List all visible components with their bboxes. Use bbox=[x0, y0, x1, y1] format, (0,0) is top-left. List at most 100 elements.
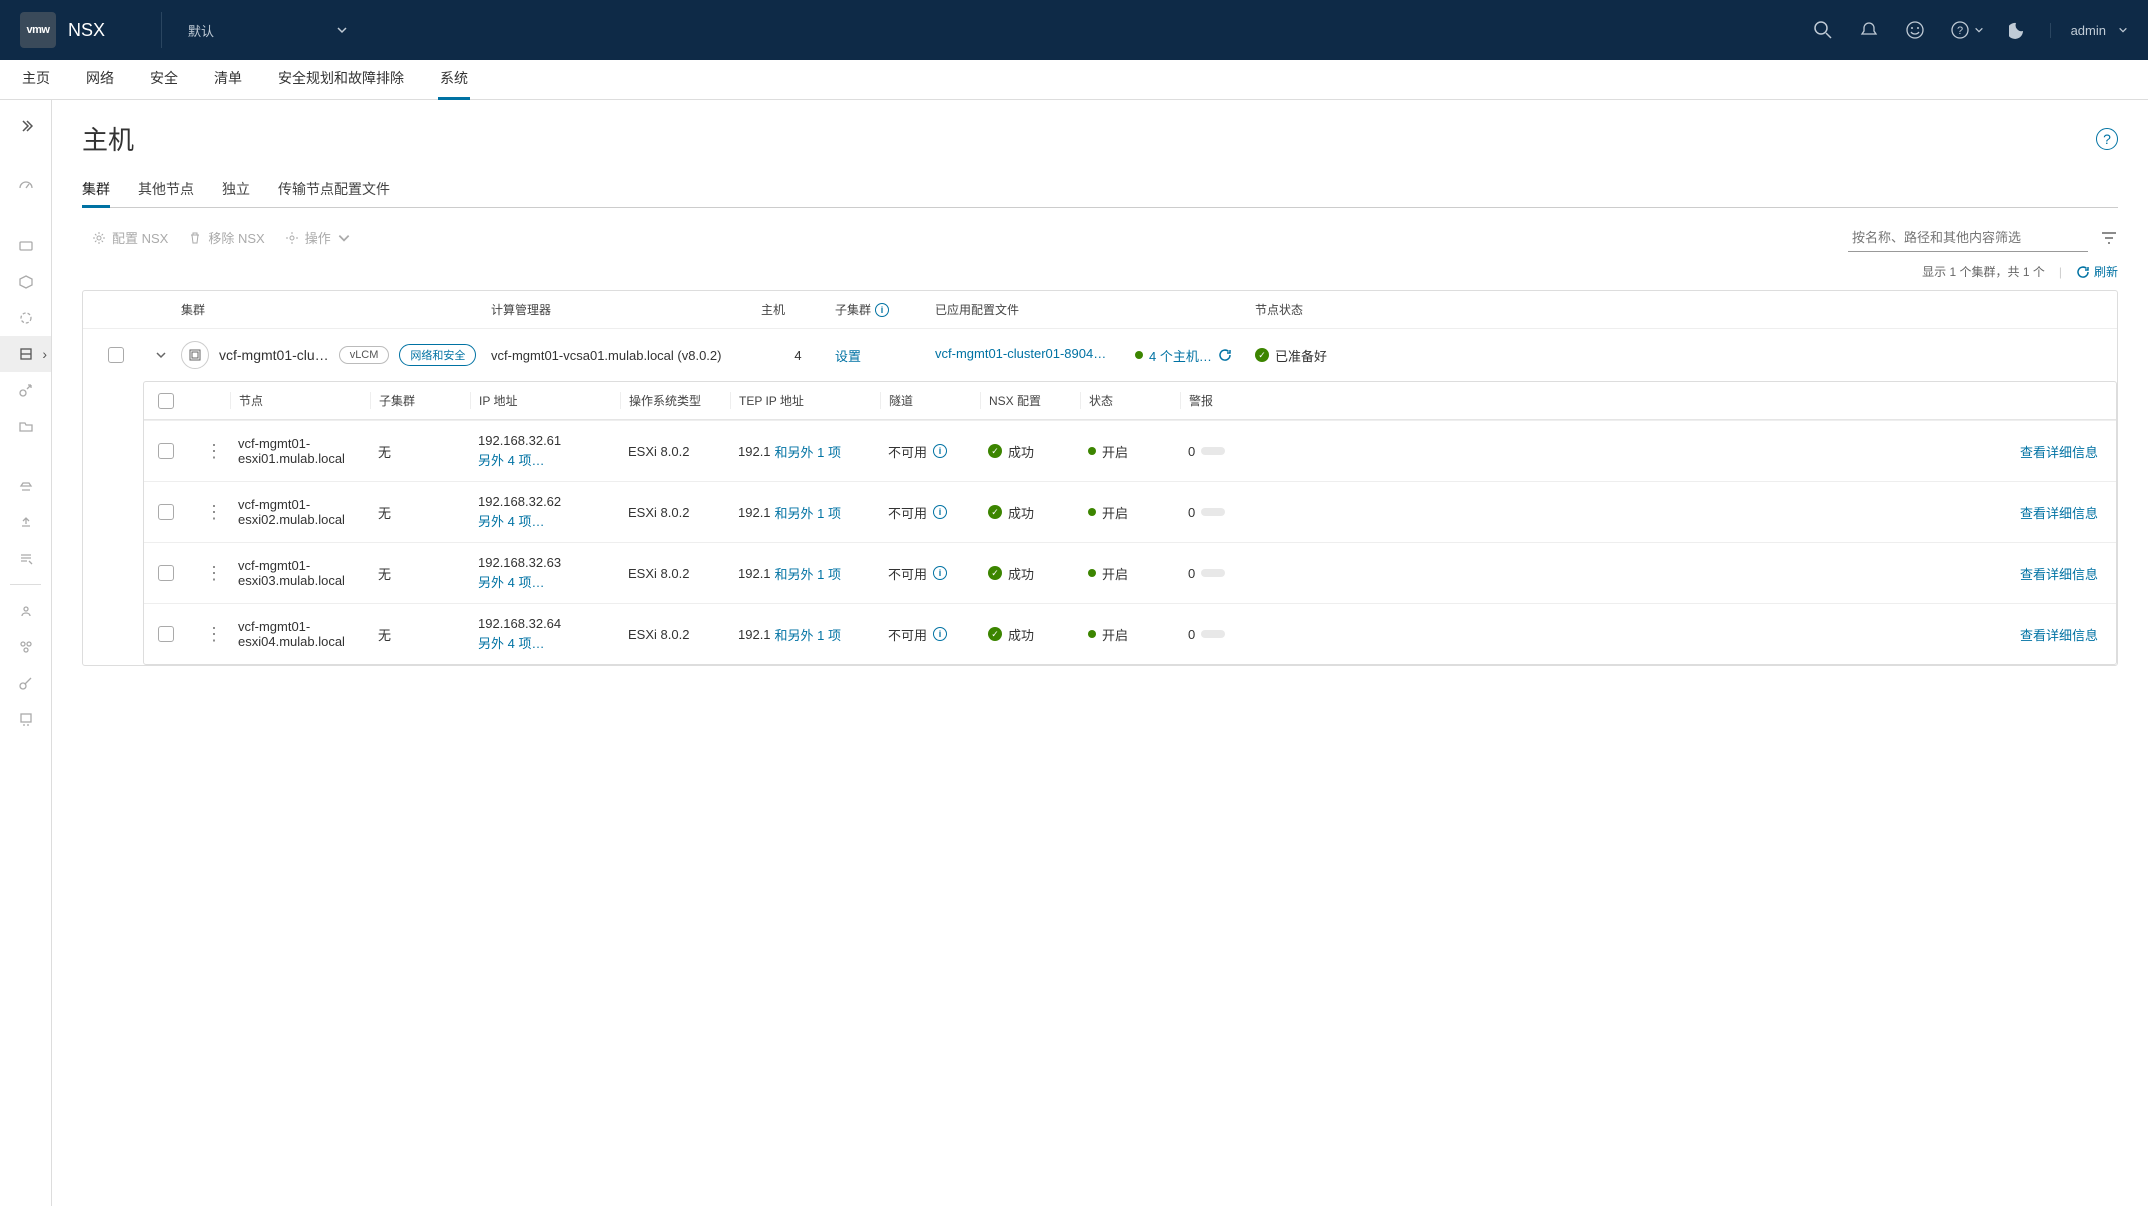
ip-value: 192.168.32.62 bbox=[478, 494, 620, 509]
row-checkbox[interactable] bbox=[158, 443, 174, 459]
dark-mode-icon[interactable] bbox=[2008, 19, 2030, 41]
product-name: NSX bbox=[68, 20, 105, 41]
ip-more-link[interactable]: 另外 4 项… bbox=[478, 633, 620, 652]
tep-more-link[interactable]: 和另外 1 项 bbox=[775, 503, 841, 522]
rail-config-icon[interactable] bbox=[0, 540, 51, 576]
tep-more-link[interactable]: 和另外 1 项 bbox=[775, 625, 841, 644]
rail-appliance-icon[interactable] bbox=[0, 228, 51, 264]
rail-upgrade-icon[interactable] bbox=[0, 504, 51, 540]
rail-ldap-icon[interactable] bbox=[0, 629, 51, 665]
tab-clusters[interactable]: 集群 bbox=[82, 173, 110, 208]
tep-more-link[interactable]: 和另外 1 项 bbox=[775, 564, 841, 583]
col-os: 操作系统类型 bbox=[620, 392, 730, 409]
filter-input[interactable] bbox=[1848, 224, 2088, 252]
rail-folder-icon[interactable] bbox=[0, 408, 51, 444]
nav-network[interactable]: 网络 bbox=[84, 60, 116, 100]
configure-nsx-button[interactable]: 配置 NSX bbox=[82, 222, 178, 253]
status-dot-icon bbox=[1088, 569, 1096, 577]
row-checkbox[interactable] bbox=[158, 504, 174, 520]
host-count-value: 4 bbox=[761, 348, 835, 363]
view-details-link[interactable]: 查看详细信息 bbox=[1260, 503, 2110, 522]
view-details-link[interactable]: 查看详细信息 bbox=[1260, 564, 2110, 583]
check-icon: ✓ bbox=[988, 566, 1002, 580]
node-name: vcf-mgmt01-esxi04.mulab.local bbox=[230, 619, 370, 649]
nav-inventory[interactable]: 清单 bbox=[212, 60, 244, 100]
alarm-bar-icon bbox=[1201, 569, 1225, 577]
main-content: 主机 ? 集群 其他节点 独立 传输节点配置文件 配置 NSX 移除 NSX 操… bbox=[52, 100, 2148, 1206]
search-icon[interactable] bbox=[1812, 19, 1834, 41]
row-checkbox[interactable] bbox=[158, 565, 174, 581]
col-applied-profile: 已应用配置文件 bbox=[935, 301, 1135, 318]
rail-hosts-icon[interactable] bbox=[0, 336, 51, 372]
table-row: ⋮ vcf-mgmt01-esxi02.mulab.local 无 192.16… bbox=[144, 481, 2116, 542]
rail-cert-icon[interactable] bbox=[0, 701, 51, 737]
nav-security[interactable]: 安全 bbox=[148, 60, 180, 100]
row-menu-icon[interactable]: ⋮ bbox=[190, 445, 230, 457]
filter-icon[interactable] bbox=[2100, 229, 2118, 247]
rail-expand-icon[interactable] bbox=[0, 108, 51, 144]
rail-lifecycle-icon[interactable] bbox=[0, 300, 51, 336]
sub-cluster-settings-link[interactable]: 设置 bbox=[835, 349, 861, 364]
info-icon[interactable]: i bbox=[933, 444, 947, 458]
count-row: 显示 1 个集群，共 1 个 | 刷新 bbox=[82, 263, 2118, 280]
node-name: vcf-mgmt01-esxi02.mulab.local bbox=[230, 497, 370, 527]
remove-nsx-button[interactable]: 移除 NSX bbox=[178, 222, 274, 253]
info-icon[interactable]: i bbox=[933, 627, 947, 641]
nav-home[interactable]: 主页 bbox=[20, 60, 52, 100]
ip-more-link[interactable]: 另外 4 项… bbox=[478, 572, 620, 591]
header-checkbox[interactable] bbox=[158, 393, 174, 409]
info-icon[interactable]: i bbox=[933, 566, 947, 580]
refresh-button[interactable]: 刷新 bbox=[2076, 263, 2118, 280]
cluster-table-header: 集群 计算管理器 主机 子集群 i 已应用配置文件 节点状态 bbox=[83, 291, 2117, 328]
tab-other-nodes[interactable]: 其他节点 bbox=[138, 173, 194, 208]
col-state: 状态 bbox=[1080, 392, 1180, 409]
row-checkbox[interactable] bbox=[108, 347, 124, 363]
ready-status: 已准备好 bbox=[1275, 346, 1327, 365]
profile-link[interactable]: vcf-mgmt01-cluster01-8904… bbox=[935, 346, 1106, 361]
chevron-down-icon bbox=[2118, 25, 2128, 35]
nav-system[interactable]: 系统 bbox=[438, 60, 470, 100]
actions-button[interactable]: 操作 bbox=[275, 222, 361, 253]
refresh-status-icon[interactable] bbox=[1218, 348, 1232, 362]
ip-more-link[interactable]: 另外 4 项… bbox=[478, 511, 620, 530]
rail-backup-icon[interactable] bbox=[0, 468, 51, 504]
gear-icon bbox=[92, 231, 106, 245]
row-menu-icon[interactable]: ⋮ bbox=[190, 567, 230, 579]
col-node-status: 节点状态 bbox=[1255, 301, 1395, 318]
row-menu-icon[interactable]: ⋮ bbox=[190, 628, 230, 640]
domain-select[interactable]: 默认 bbox=[178, 21, 358, 40]
cluster-row: vcf-mgmt01-clu… vLCM 网络和安全 vcf-mgmt01-vc… bbox=[83, 328, 2117, 381]
main-nav: 主页 网络 安全 清单 安全规划和故障排除 系统 bbox=[0, 60, 2148, 100]
info-icon[interactable]: i bbox=[875, 303, 889, 317]
host-status-link[interactable]: 4 个主机… bbox=[1149, 346, 1212, 365]
alarm-count: 0 bbox=[1188, 505, 1195, 520]
ip-more-link[interactable]: 另外 4 项… bbox=[478, 450, 620, 469]
expand-toggle[interactable] bbox=[141, 349, 181, 361]
rail-migrate-icon[interactable] bbox=[0, 372, 51, 408]
info-icon[interactable]: i bbox=[933, 505, 947, 519]
tab-tn-profiles[interactable]: 传输节点配置文件 bbox=[278, 173, 390, 208]
rail-key-icon[interactable] bbox=[0, 665, 51, 701]
tep-more-link[interactable]: 和另外 1 项 bbox=[775, 442, 841, 461]
rail-fabric-icon[interactable] bbox=[0, 264, 51, 300]
refresh-icon bbox=[2076, 265, 2090, 279]
view-details-link[interactable]: 查看详细信息 bbox=[1260, 442, 2110, 461]
tep-prefix: 192.1 bbox=[738, 444, 771, 459]
chevron-down-icon bbox=[336, 24, 348, 36]
tab-standalone[interactable]: 独立 bbox=[222, 173, 250, 208]
smile-icon[interactable] bbox=[1904, 19, 1926, 41]
row-menu-icon[interactable]: ⋮ bbox=[190, 506, 230, 518]
domain-label: 默认 bbox=[188, 21, 214, 40]
view-details-link[interactable]: 查看详细信息 bbox=[1260, 625, 2110, 644]
check-icon: ✓ bbox=[988, 444, 1002, 458]
row-checkbox[interactable] bbox=[158, 626, 174, 642]
nav-plan-troubleshoot[interactable]: 安全规划和故障排除 bbox=[276, 60, 406, 100]
bell-icon[interactable] bbox=[1858, 19, 1880, 41]
rail-users-icon[interactable] bbox=[0, 593, 51, 629]
state-value: 开启 bbox=[1102, 442, 1128, 461]
help-menu-icon[interactable]: ? bbox=[1950, 19, 1984, 41]
help-icon[interactable]: ? bbox=[2096, 128, 2118, 150]
rail-dashboard-icon[interactable] bbox=[0, 168, 51, 204]
user-menu[interactable]: admin bbox=[2050, 23, 2128, 38]
state-value: 开启 bbox=[1102, 625, 1128, 644]
